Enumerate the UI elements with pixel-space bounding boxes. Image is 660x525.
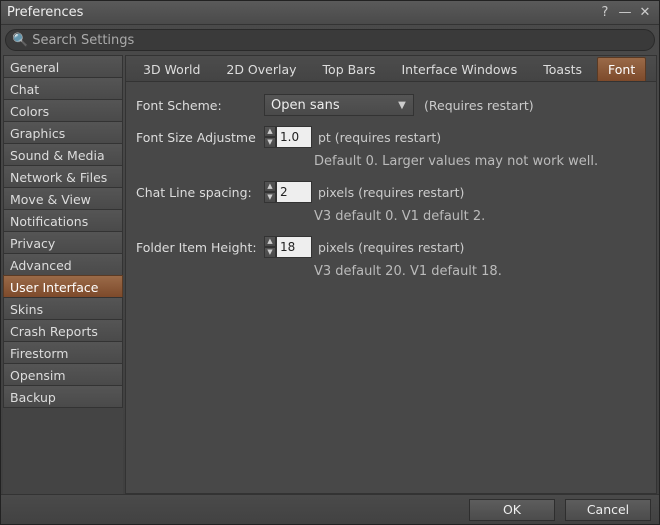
spinner-up-icon[interactable]: ▲ [264, 126, 276, 137]
sidebar-item-graphics[interactable]: Graphics [3, 121, 123, 144]
tab-2d-overlay[interactable]: 2D Overlay [215, 57, 307, 81]
font-size-label: Font Size Adjustme [136, 130, 264, 145]
sidebar-item-chat[interactable]: Chat [3, 77, 123, 100]
tab-font[interactable]: Font [597, 57, 646, 81]
sidebar-item-notifications[interactable]: Notifications [3, 209, 123, 232]
chat-spacing-row: Chat Line spacing: ▲ ▼ pixels (requires … [136, 181, 646, 203]
font-scheme-value: Open sans [271, 98, 340, 113]
tab-top-bars[interactable]: Top Bars [312, 57, 387, 81]
close-icon[interactable]: ✕ [637, 5, 653, 21]
font-size-input[interactable] [276, 126, 312, 148]
sidebar-item-user-interface[interactable]: User Interface [3, 275, 123, 298]
sidebar-item-advanced[interactable]: Advanced [3, 253, 123, 276]
tab-interface-windows[interactable]: Interface Windows [391, 57, 529, 81]
sidebar-item-firestorm[interactable]: Firestorm [3, 341, 123, 364]
chat-spacing-unit: pixels (requires restart) [318, 185, 464, 200]
spinner-down-icon[interactable]: ▼ [264, 192, 276, 203]
window-title: Preferences [7, 5, 593, 20]
help-icon[interactable]: ? [597, 5, 613, 21]
font-scheme-requires: (Requires restart) [424, 98, 534, 113]
chat-spacing-help: V3 default 0. V1 default 2. [314, 209, 646, 224]
folder-height-unit: pixels (requires restart) [318, 240, 464, 255]
sidebar-item-general[interactable]: General [3, 55, 123, 78]
titlebar: Preferences ? — ✕ [1, 1, 659, 25]
chevron-down-icon: ▼ [395, 98, 409, 112]
sidebar-item-privacy[interactable]: Privacy [3, 231, 123, 254]
sidebar-item-sound-media[interactable]: Sound & Media [3, 143, 123, 166]
font-scheme-label: Font Scheme: [136, 98, 264, 113]
preferences-window: Preferences ? — ✕ 🔍 GeneralChatColorsGra… [0, 0, 660, 525]
main-panel: 3D World2D OverlayTop BarsInterface Wind… [125, 55, 657, 494]
tab-bar: 3D World2D OverlayTop BarsInterface Wind… [126, 56, 656, 82]
category-sidebar: GeneralChatColorsGraphicsSound & MediaNe… [3, 55, 123, 494]
chat-spacing-spinner[interactable]: ▲ ▼ [264, 181, 312, 203]
footer: OK Cancel [1, 494, 659, 524]
font-scheme-row: Font Scheme: Open sans ▼ (Requires resta… [136, 94, 646, 116]
spinner-down-icon[interactable]: ▼ [264, 247, 276, 258]
search-bar[interactable]: 🔍 [5, 29, 655, 51]
sidebar-item-opensim[interactable]: Opensim [3, 363, 123, 386]
search-icon: 🔍 [12, 33, 28, 48]
search-input[interactable] [32, 33, 648, 48]
spinner-up-icon[interactable]: ▲ [264, 181, 276, 192]
folder-height-label: Folder Item Height: [136, 240, 264, 255]
spinner-down-icon[interactable]: ▼ [264, 137, 276, 148]
sidebar-item-colors[interactable]: Colors [3, 99, 123, 122]
ok-button[interactable]: OK [469, 499, 555, 521]
chat-spacing-label: Chat Line spacing: [136, 185, 264, 200]
sidebar-item-crash-reports[interactable]: Crash Reports [3, 319, 123, 342]
sidebar-item-skins[interactable]: Skins [3, 297, 123, 320]
font-size-unit: pt (requires restart) [318, 130, 441, 145]
tab-3d-world[interactable]: 3D World [132, 57, 211, 81]
font-size-row: Font Size Adjustme ▲ ▼ pt (requires rest… [136, 126, 646, 148]
font-scheme-dropdown[interactable]: Open sans ▼ [264, 94, 414, 116]
sidebar-item-move-view[interactable]: Move & View [3, 187, 123, 210]
font-panel: Font Scheme: Open sans ▼ (Requires resta… [126, 82, 656, 493]
font-size-help: Default 0. Larger values may not work we… [314, 154, 646, 169]
sidebar-item-backup[interactable]: Backup [3, 385, 123, 408]
chat-spacing-input[interactable] [276, 181, 312, 203]
folder-height-row: Folder Item Height: ▲ ▼ pixels (requires… [136, 236, 646, 258]
folder-height-help: V3 default 20. V1 default 18. [314, 264, 646, 279]
minimize-icon[interactable]: — [617, 5, 633, 21]
font-size-spinner[interactable]: ▲ ▼ [264, 126, 312, 148]
folder-height-spinner[interactable]: ▲ ▼ [264, 236, 312, 258]
cancel-button[interactable]: Cancel [565, 499, 651, 521]
body: GeneralChatColorsGraphicsSound & MediaNe… [1, 55, 659, 494]
sidebar-item-network-files[interactable]: Network & Files [3, 165, 123, 188]
folder-height-input[interactable] [276, 236, 312, 258]
tab-toasts[interactable]: Toasts [532, 57, 593, 81]
spinner-up-icon[interactable]: ▲ [264, 236, 276, 247]
